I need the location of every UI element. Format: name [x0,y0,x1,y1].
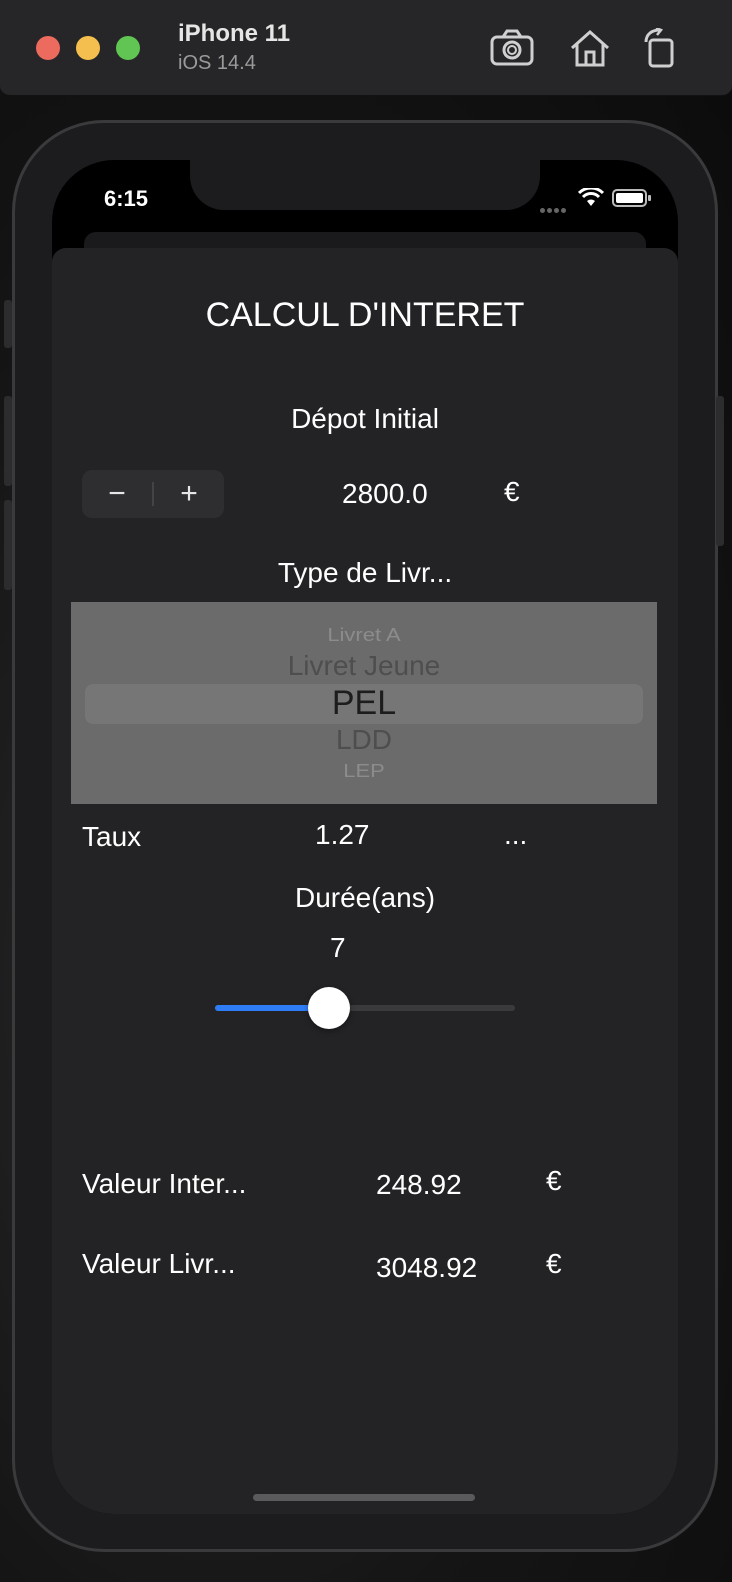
rate-more: ... [504,819,528,850]
close-window-button[interactable] [36,36,60,60]
zoom-window-button[interactable] [116,36,140,60]
deposit-label: Dépot Initial [291,403,439,434]
volume-down-button [4,500,12,590]
home-icon[interactable] [568,28,612,68]
increment-button[interactable]: + [154,470,224,518]
duration-value: 7 [330,932,346,963]
wifi-icon [578,188,604,206]
device-name: iPhone 11 [178,20,291,47]
calculator-sheet [52,248,678,1514]
battery-icon [612,189,651,207]
camera-screenshot-icon[interactable] [490,28,534,68]
power-button [716,396,724,546]
minimize-window-button[interactable] [76,36,100,60]
deposit-currency: € [504,476,520,507]
cellular-signal-icon [540,200,568,218]
interest-value: 248.92 [376,1169,462,1200]
account-type-label: Type de Livr... [277,557,453,588]
page-title: CALCUL D'INTERET [205,296,525,334]
rate-value: 1.27 [315,819,370,850]
picker-option-livret-a[interactable]: Livret A [71,624,657,646]
deposit-stepper[interactable]: − + [82,470,224,518]
picker-option-pel[interactable]: PEL [71,684,657,723]
deposit-value: 2800.0 [342,478,428,509]
decrement-button[interactable]: − [82,470,152,518]
total-currency: € [546,1248,562,1279]
slider-thumb[interactable] [308,987,350,1029]
notch [190,160,540,210]
phone-screen: 6:15 CALCUL D'INTERET Dépot Initial − + … [52,160,678,1514]
account-type-picker[interactable]: Livret A Livret Jeune PEL LDD LEP [71,602,657,804]
status-icons [540,188,651,213]
picker-option-ldd[interactable]: LDD [71,724,657,756]
duration-slider[interactable] [215,987,515,1029]
picker-option-lep[interactable]: LEP [71,760,657,782]
status-time: 6:15 [104,186,149,211]
os-version: iOS 14.4 [178,52,256,74]
duration-label: Durée(ans) [294,882,436,913]
interest-label: Valeur Inter... [82,1168,247,1199]
rate-label: Taux [82,821,142,852]
rotate-icon[interactable] [640,26,684,68]
mute-switch [4,300,12,348]
simulator-titlebar: iPhone 11 iOS 14.4 [0,0,732,96]
total-value: 3048.92 [376,1252,478,1283]
home-indicator[interactable] [253,1494,475,1501]
picker-option-livret-jeune[interactable]: Livret Jeune [71,650,657,682]
total-label: Valeur Livr... [82,1248,236,1279]
interest-currency: € [546,1165,562,1196]
volume-up-button [4,396,12,486]
